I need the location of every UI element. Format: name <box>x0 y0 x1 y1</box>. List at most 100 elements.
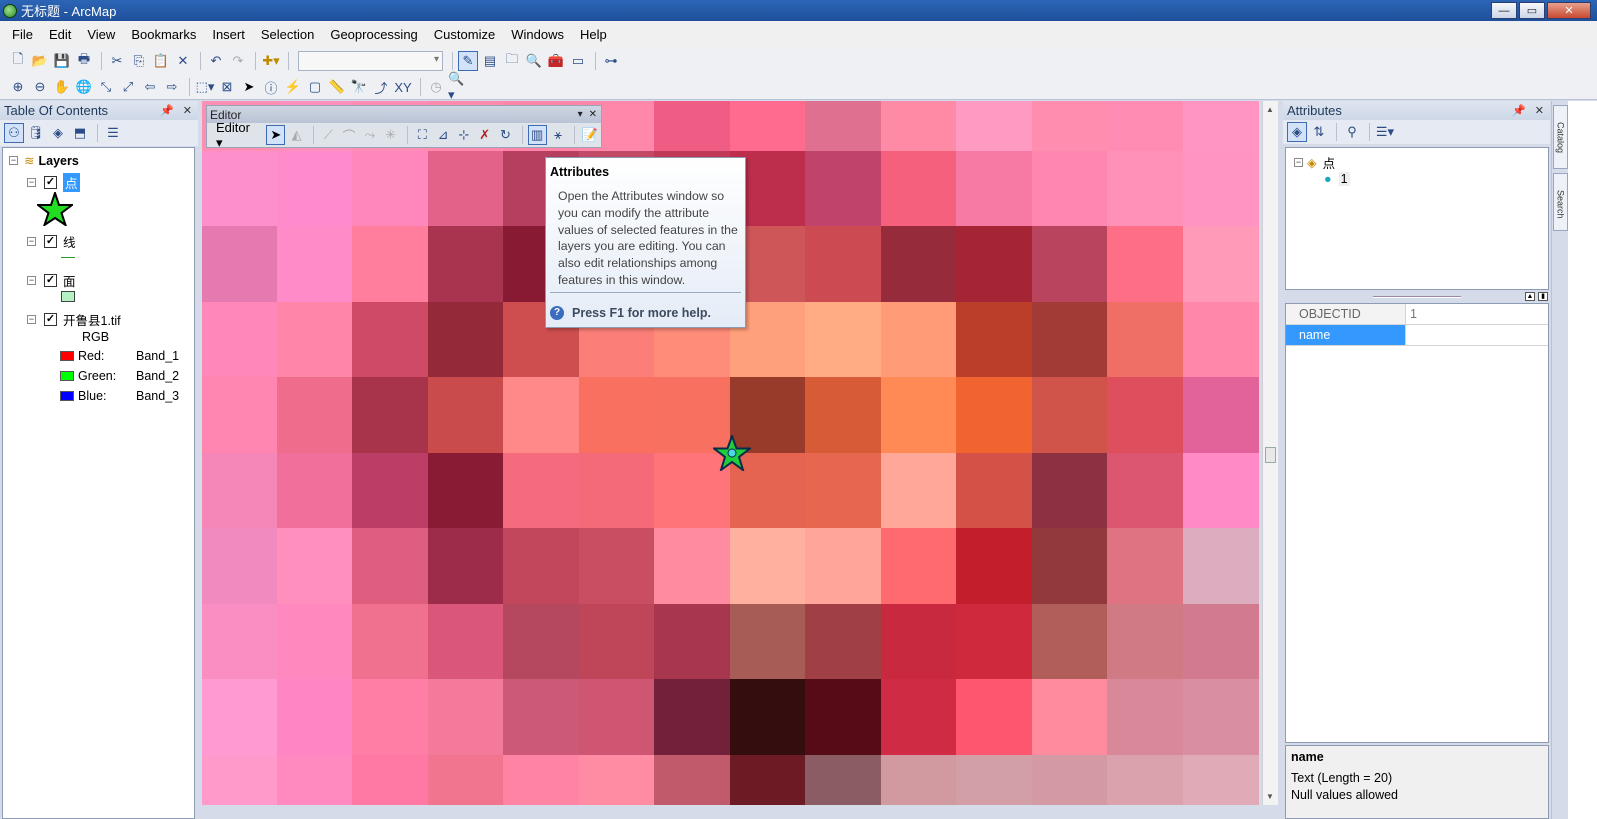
undo-icon[interactable]: ↶ <box>206 51 226 71</box>
pan-icon[interactable]: ✋ <box>52 77 72 97</box>
search-tab[interactable]: Search <box>1553 173 1568 231</box>
find-related-icon[interactable]: ⚲ <box>1342 122 1362 142</box>
menu-file[interactable]: File <box>4 27 41 42</box>
collapse-down-icon[interactable]: ▮ <box>1538 292 1548 301</box>
paste-icon[interactable]: 📋 <box>151 51 171 71</box>
attributes-pin-icon[interactable]: 📌 <box>1512 104 1526 117</box>
layer-raster[interactable]: − ✓ 开鲁县1.tif <box>27 310 121 329</box>
print-icon[interactable]: 🖶 <box>74 51 94 71</box>
scroll-thumb[interactable] <box>1265 447 1276 463</box>
back-extent-icon[interactable]: ⇦ <box>140 77 160 97</box>
forward-extent-icon[interactable]: ⇨ <box>162 77 182 97</box>
field-row-objectid[interactable]: OBJECTID 1 <box>1286 304 1548 325</box>
tree-feature-row[interactable]: ● 1 <box>1324 172 1350 186</box>
editor-title-bar[interactable]: Editor ▾ ✕ <box>207 106 601 123</box>
add-data-icon[interactable]: ✚▾ <box>261 51 281 71</box>
search-window-icon[interactable]: 🔍 <box>524 51 544 71</box>
model-builder-icon[interactable]: ⊶ <box>601 51 621 71</box>
reshape-icon[interactable]: ⊿ <box>434 125 453 145</box>
collapse-up-icon[interactable]: ▲ <box>1525 292 1535 301</box>
identify-icon[interactable]: ⓘ <box>261 77 281 97</box>
hyperlink-icon[interactable]: ⚡ <box>283 77 303 97</box>
zoom-out-icon[interactable]: ⊖ <box>30 77 50 97</box>
end-point-arc-icon[interactable]: ⌒ <box>340 125 359 145</box>
sort-icon[interactable]: ⇅ <box>1309 122 1329 142</box>
layer-point-checkbox[interactable]: ✓ <box>44 176 57 189</box>
editor-menu-button[interactable]: Editor ▾ <box>211 119 262 152</box>
table-of-contents-icon[interactable]: ▤ <box>480 51 500 71</box>
tree-layer-row[interactable]: − ◈ 点 <box>1294 153 1335 172</box>
list-by-visibility-icon[interactable]: ◈ <box>48 123 68 143</box>
point-icon[interactable]: ✳ <box>381 125 400 145</box>
full-extent-icon[interactable]: 🌐 <box>74 77 94 97</box>
layer-line-checkbox[interactable]: ✓ <box>44 235 57 248</box>
layer-raster-checkbox[interactable]: ✓ <box>44 313 57 326</box>
maximize-button[interactable]: ▭ <box>1519 2 1545 19</box>
toc-close-icon[interactable]: ✕ <box>183 104 192 117</box>
save-icon[interactable]: 💾 <box>52 51 72 71</box>
menu-edit[interactable]: Edit <box>41 27 79 42</box>
collapse-icon[interactable]: − <box>27 315 36 324</box>
editor-close-icon[interactable]: ✕ <box>589 109 597 120</box>
layer-polygon[interactable]: − ✓ 面 <box>27 271 76 290</box>
editor-dropdown-icon[interactable]: ▾ <box>578 109 583 120</box>
collapse-icon[interactable]: − <box>27 237 36 246</box>
collapse-icon[interactable]: − <box>27 276 36 285</box>
attributes-icon[interactable]: ▥ <box>527 125 547 145</box>
attributes-options-icon[interactable]: ☰▾ <box>1375 122 1395 142</box>
straight-segment-icon[interactable]: ⟋ <box>319 125 338 145</box>
menu-windows[interactable]: Windows <box>503 27 572 42</box>
collapse-icon[interactable]: − <box>27 178 36 187</box>
layer-point[interactable]: − ✓ 点 <box>27 173 80 192</box>
close-button[interactable]: ✕ <box>1547 2 1591 19</box>
redo-icon[interactable]: ↷ <box>228 51 248 71</box>
scroll-down-icon[interactable]: ▼ <box>1266 792 1274 801</box>
select-elements-icon[interactable]: ➤ <box>239 77 259 97</box>
edit-annotation-icon[interactable]: ◭ <box>287 125 306 145</box>
field-row-name[interactable]: name <box>1286 325 1548 346</box>
new-document-icon[interactable]: 🗋 <box>8 51 28 71</box>
python-window-icon[interactable]: ▭ <box>568 51 588 71</box>
zoom-in-icon[interactable]: ⊕ <box>8 77 28 97</box>
map-vertical-scrollbar[interactable]: ▲ ▼ <box>1262 101 1278 805</box>
sketch-properties-icon[interactable]: ⚹ <box>549 125 568 145</box>
clear-selection-icon[interactable]: ⊠ <box>217 77 237 97</box>
open-folder-icon[interactable]: 📂 <box>30 51 50 71</box>
viewer-window-icon[interactable]: 🔍▾ <box>448 71 468 102</box>
layer-polygon-checkbox[interactable]: ✓ <box>44 274 57 287</box>
pin-icon[interactable]: 📌 <box>160 104 174 117</box>
layer-line[interactable]: − ✓ 线 <box>27 232 76 251</box>
minimize-button[interactable]: — <box>1491 2 1517 19</box>
html-popup-icon[interactable]: ▢ <box>305 77 325 97</box>
list-by-selection-icon[interactable]: ⬒ <box>70 123 90 143</box>
fixed-zoom-out-icon[interactable]: ⤢ <box>118 77 138 97</box>
collapse-icon[interactable]: − <box>1294 158 1303 167</box>
menu-insert[interactable]: Insert <box>204 27 253 42</box>
cut-polygons-icon[interactable]: ⊹ <box>455 125 474 145</box>
find-icon[interactable]: 🔭 <box>349 77 369 97</box>
list-by-drawing-order-icon[interactable]: ⚇ <box>4 123 24 143</box>
editor-toolbar-icon[interactable]: ✎ <box>458 51 478 71</box>
list-by-source-icon[interactable]: 🛢 <box>26 123 46 143</box>
catalog-tab[interactable]: Catalog <box>1553 105 1568 169</box>
trace-icon[interactable]: ⤳ <box>361 125 380 145</box>
arctoolbox-icon[interactable]: 🧰 <box>546 51 566 71</box>
copy-icon[interactable]: ⎘ <box>129 51 149 71</box>
menu-geoprocessing[interactable]: Geoprocessing <box>322 27 425 42</box>
create-features-icon[interactable]: 📝 <box>580 125 599 145</box>
menu-bookmarks[interactable]: Bookmarks <box>123 27 204 42</box>
map-scale-combo[interactable] <box>298 51 443 71</box>
scroll-up-icon[interactable]: ▲ <box>1266 105 1274 114</box>
time-slider-icon[interactable]: ◷ <box>426 77 446 97</box>
select-features-icon[interactable]: ⬚▾ <box>195 77 215 97</box>
attributes-splitter[interactable]: ▲ ▮ <box>1283 292 1550 302</box>
rotate-icon[interactable]: ↻ <box>496 125 515 145</box>
menu-help[interactable]: Help <box>572 27 615 42</box>
edit-vertices-icon[interactable]: ⛶ <box>413 125 432 145</box>
fixed-zoom-in-icon[interactable]: ⤡ <box>96 77 116 97</box>
edit-tool-icon[interactable]: ➤ <box>266 125 286 145</box>
attributes-close-icon[interactable]: ✕ <box>1535 104 1544 117</box>
menu-selection[interactable]: Selection <box>253 27 322 42</box>
menu-customize[interactable]: Customize <box>426 27 503 42</box>
menu-view[interactable]: View <box>79 27 123 42</box>
